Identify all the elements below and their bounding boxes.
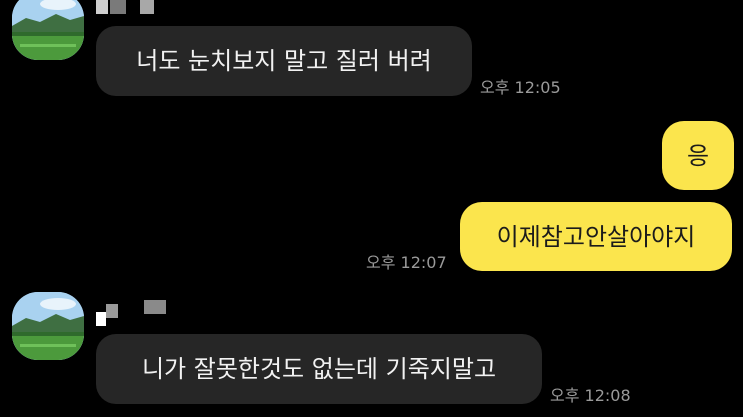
message-text: 응 [686,141,710,170]
chat-screen: 너도 눈치보지 말고 질러 버려 오후 12:05 응 이제참고안살아야지 오후… [0,0,743,417]
message-bubble-outgoing[interactable]: 응 [662,121,734,190]
sender-avatar[interactable] [12,0,84,60]
message-timestamp: 오후 12:08 [550,386,631,405]
message-text: 니가 잘못한것도 없는데 기죽지말고 [141,355,497,383]
message-text: 이제참고안살아야지 [496,222,696,251]
message-timestamp: 오후 12:05 [480,78,561,97]
message-bubble-incoming[interactable]: 니가 잘못한것도 없는데 기죽지말고 [96,334,542,404]
message-text: 너도 눈치보지 말고 질러 버려 [136,47,432,75]
sender-avatar[interactable] [12,292,84,360]
message-bubble-incoming[interactable]: 너도 눈치보지 말고 질러 버려 [96,26,472,96]
message-timestamp: 오후 12:07 [366,253,447,272]
landscape-avatar-icon [12,292,84,360]
landscape-avatar-icon [12,0,84,60]
message-bubble-outgoing[interactable]: 이제참고안살아야지 [460,202,732,271]
